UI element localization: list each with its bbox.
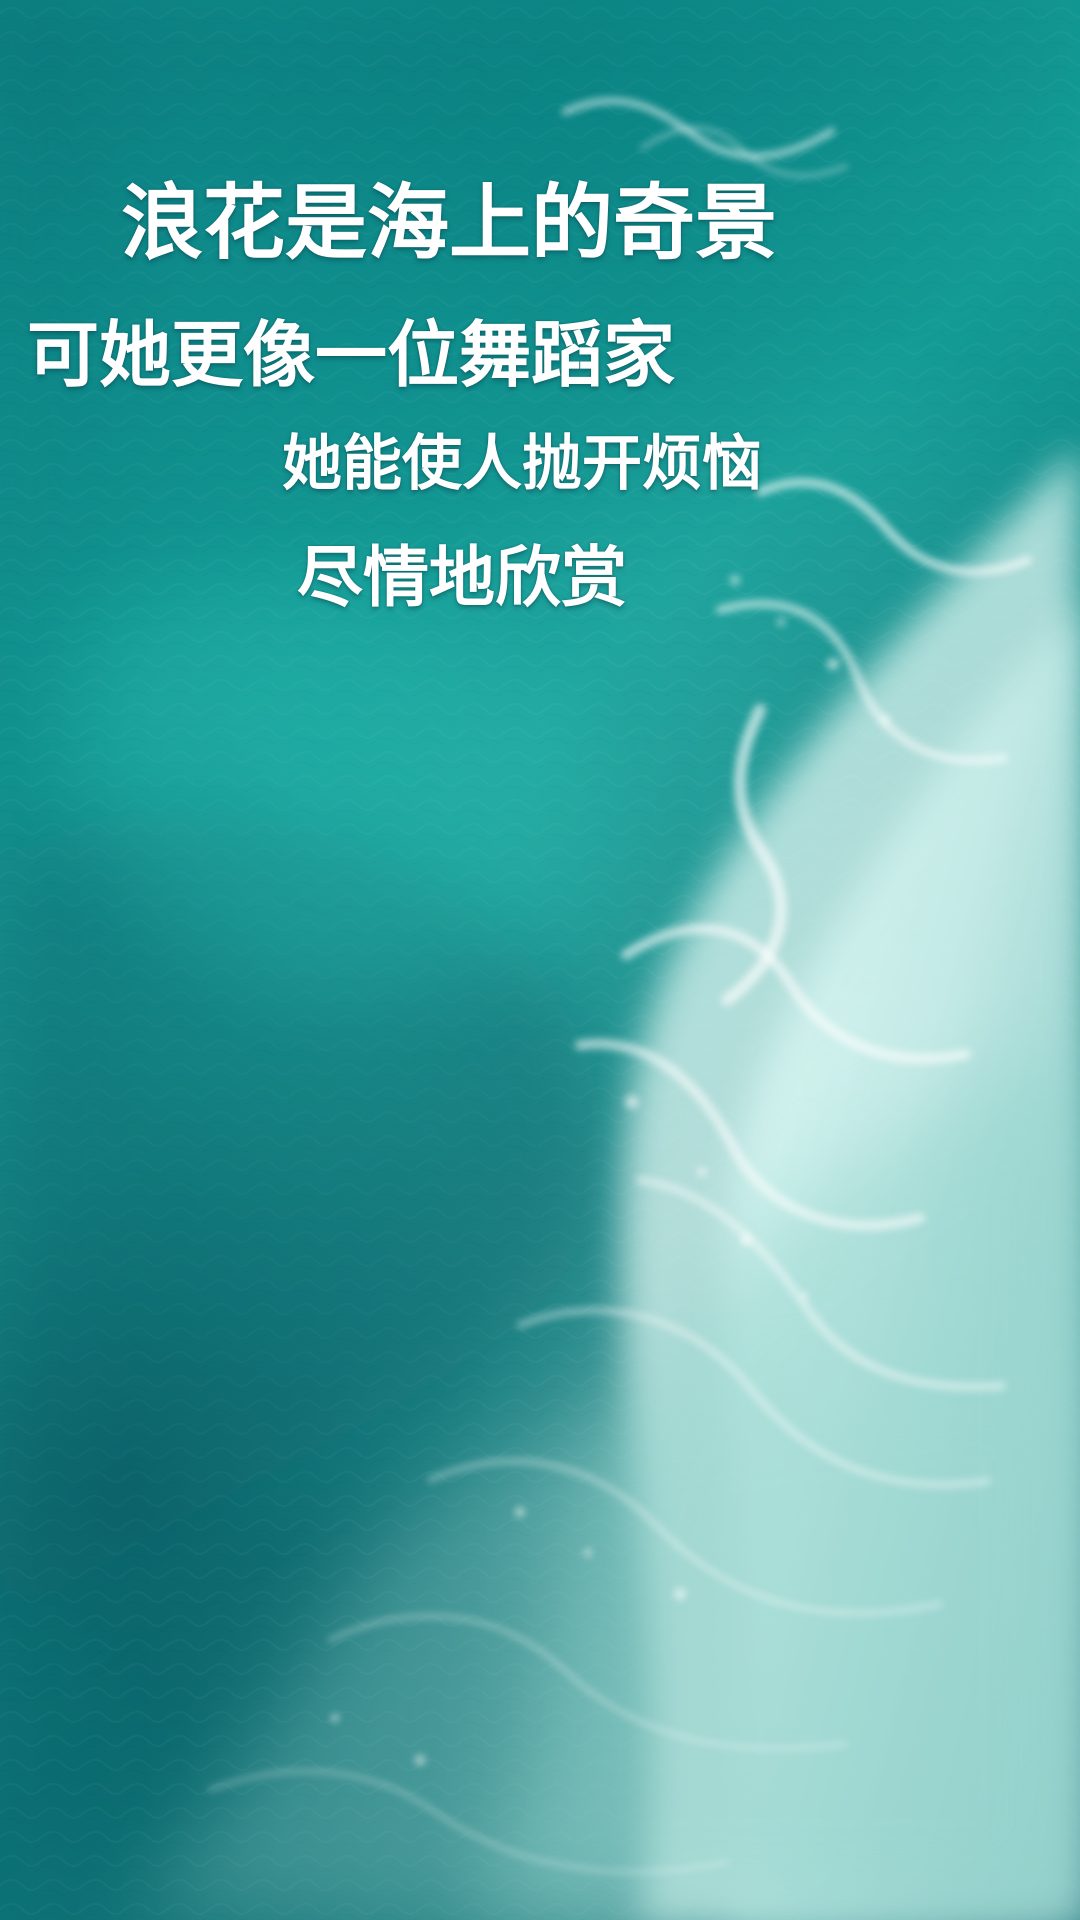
poem-line-1: 浪花是海上的奇景	[121, 176, 778, 271]
poem-text-layer: 浪花是海上的奇景 可她更像一位舞蹈家 她能使人抛开烦恼 尽情地欣赏	[0, 0, 1080, 1920]
poem-line-3: 她能使人抛开烦恼	[282, 429, 762, 499]
poem-line-2: 可她更像一位舞蹈家	[27, 313, 676, 397]
poem-line-4: 尽情地欣赏	[297, 539, 627, 616]
ocean-wave-poster: 浪花是海上的奇景 可她更像一位舞蹈家 她能使人抛开烦恼 尽情地欣赏	[0, 0, 1080, 1920]
